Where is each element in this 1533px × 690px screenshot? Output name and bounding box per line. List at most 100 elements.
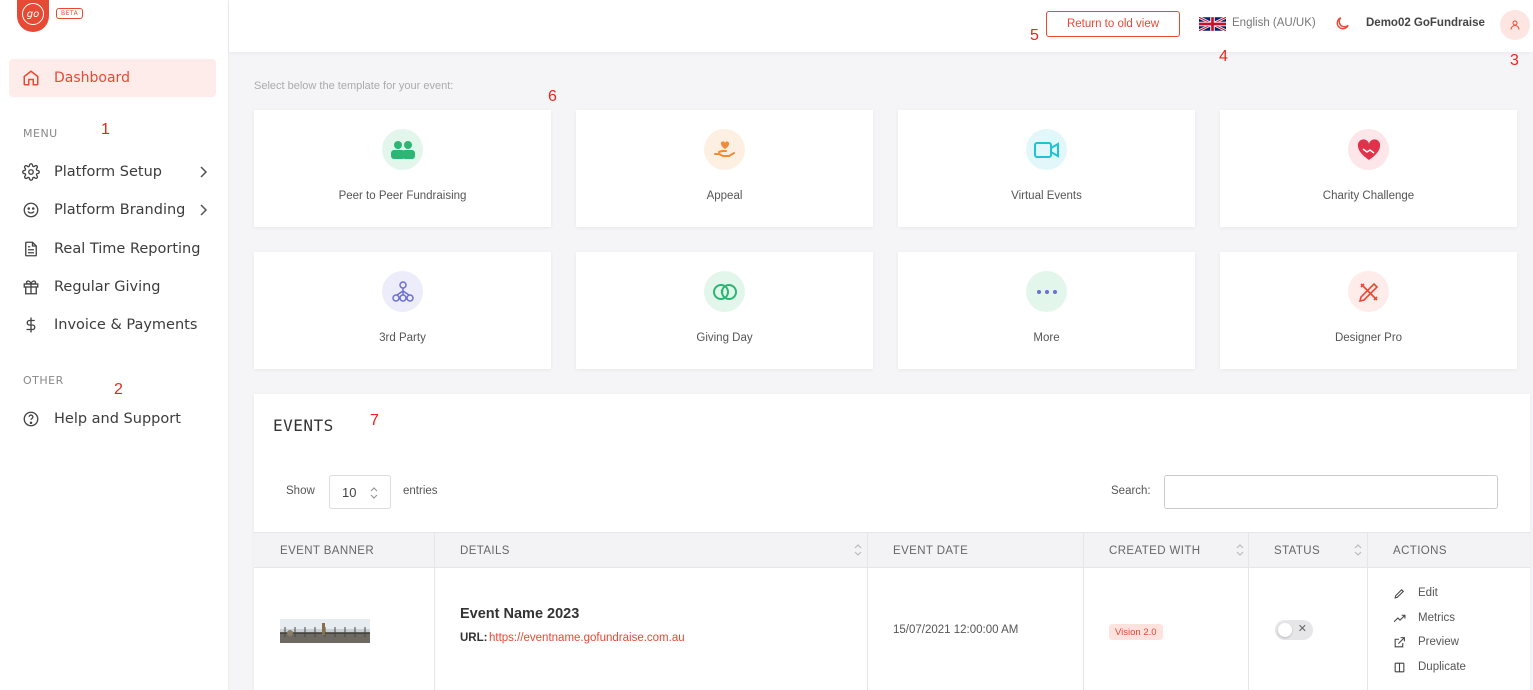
sidebar-item-label: Regular Giving — [54, 279, 161, 295]
annotation-marker: 3 — [1510, 52, 1519, 69]
template-card-more[interactable]: More — [898, 252, 1195, 369]
home-icon — [23, 70, 39, 86]
entries-per-page-select[interactable]: 10 — [329, 475, 391, 509]
created-with-badge: Vision 2.0 — [1109, 624, 1163, 640]
events-panel: EVENTS 7 Show 10 entries Search: EVENT B… — [254, 394, 1530, 690]
event-url-label: URL: — [460, 632, 488, 644]
column-header-created-with[interactable]: CREATED WITH — [1109, 545, 1200, 557]
avatar[interactable] — [1500, 10, 1530, 40]
template-card-label: Peer to Peer Fundraising — [338, 190, 467, 202]
preview-action[interactable]: Preview — [1393, 634, 1459, 650]
sidebar-item-label: Dashboard — [54, 70, 130, 86]
heart-hand-icon — [704, 129, 745, 170]
sidebar-item-invoice-payments[interactable]: Invoice & Payments — [22, 310, 217, 340]
sidebar: go BETA Dashboard MENU Platform Setup Pl… — [0, 0, 229, 690]
sort-icon[interactable] — [854, 543, 862, 557]
table-header: EVENT BANNER DETAILS EVENT DATE CREATED … — [254, 532, 1530, 568]
event-date: 15/07/2021 12:00:00 AM — [893, 624, 1019, 636]
template-card-label: Designer Pro — [1334, 332, 1403, 344]
template-card-giving-day[interactable]: Giving Day — [576, 252, 873, 369]
other-section-label: OTHER — [23, 374, 64, 387]
video-camera-icon — [1026, 129, 1067, 170]
column-header-event-date: EVENT DATE — [893, 545, 969, 557]
status-toggle[interactable]: ✕ — [1275, 620, 1313, 640]
action-label: Metrics — [1418, 612, 1456, 624]
sort-icon[interactable] — [1236, 543, 1244, 557]
handshake-heart-icon — [1348, 129, 1389, 170]
column-header-details[interactable]: DETAILS — [460, 545, 510, 557]
sidebar-item-dashboard[interactable]: Dashboard — [9, 59, 216, 97]
toggle-knob — [1278, 623, 1292, 637]
design-tools-icon — [1348, 271, 1389, 312]
external-link-icon — [1394, 636, 1405, 647]
annotation-marker: 5 — [1030, 27, 1039, 44]
trend-up-icon — [1393, 614, 1406, 622]
sidebar-item-label: Platform Branding — [54, 202, 186, 218]
sidebar-item-help-support[interactable]: Help and Support — [22, 404, 217, 434]
return-old-view-button[interactable]: Return to old view — [1046, 11, 1180, 37]
template-card-3rd-party[interactable]: 3rd Party — [254, 252, 551, 369]
search-input[interactable] — [1164, 475, 1498, 509]
sort-icon[interactable] — [1354, 543, 1362, 557]
column-divider — [1248, 532, 1249, 690]
brand-logo[interactable]: go — [17, 0, 49, 32]
chevron-right-icon — [200, 204, 208, 216]
sidebar-item-label: Platform Setup — [54, 164, 162, 180]
entries-label: entries — [403, 485, 438, 497]
events-title: EVENTS — [273, 416, 334, 435]
gear-icon — [22, 163, 40, 181]
duplicate-action[interactable]: Duplicate — [1393, 659, 1466, 675]
annotation-marker: 6 — [548, 88, 557, 105]
template-card-label: More — [1033, 332, 1060, 344]
user-icon — [1510, 20, 1520, 30]
sidebar-item-label: Real Time Reporting — [54, 241, 201, 257]
column-divider — [867, 532, 868, 690]
pencil-icon — [1394, 588, 1405, 599]
event-banner-image — [280, 619, 370, 643]
smile-icon — [23, 202, 39, 218]
sidebar-item-label: Invoice & Payments — [54, 317, 198, 333]
sidebar-item-regular-giving[interactable]: Regular Giving — [22, 272, 217, 302]
sidebar-item-label: Help and Support — [54, 411, 181, 427]
moon-icon[interactable] — [1334, 15, 1351, 32]
template-card-label: Appeal — [706, 190, 743, 202]
metrics-action[interactable]: Metrics — [1393, 610, 1455, 626]
annotation-marker: 4 — [1219, 48, 1228, 65]
user-name[interactable]: Demo02 GoFundraise — [1366, 17, 1485, 29]
document-icon — [25, 241, 37, 257]
language-selector[interactable]: English (AU/UK) — [1232, 17, 1316, 29]
event-name: Event Name 2023 — [460, 606, 580, 622]
dollar-icon — [26, 317, 36, 333]
template-card-peer-to-peer[interactable]: Peer to Peer Fundraising — [254, 110, 551, 227]
template-card-virtual-events[interactable]: Virtual Events — [898, 110, 1195, 227]
sidebar-item-platform-setup[interactable]: Platform Setup — [22, 157, 217, 187]
sidebar-item-platform-branding[interactable]: Platform Branding — [22, 195, 217, 225]
up-down-icon — [370, 487, 378, 499]
event-url-link[interactable]: https://eventname.gofundraise.com.au — [489, 632, 685, 644]
column-header-event-banner: EVENT BANNER — [280, 545, 375, 557]
beta-badge: BETA — [56, 8, 84, 19]
search-label: Search: — [1111, 485, 1151, 497]
annotation-marker: 1 — [101, 121, 110, 138]
template-card-label: 3rd Party — [379, 332, 426, 344]
column-divider — [434, 532, 435, 690]
coins-icon — [704, 271, 745, 312]
gift-icon — [23, 280, 39, 295]
template-card-appeal[interactable]: Appeal — [576, 110, 873, 227]
template-card-charity-challenge[interactable]: Charity Challenge — [1220, 110, 1517, 227]
sidebar-item-real-time-reporting[interactable]: Real Time Reporting — [22, 234, 217, 264]
template-card-label: Charity Challenge — [1322, 190, 1415, 202]
edit-action[interactable]: Edit — [1393, 585, 1438, 601]
template-helper-text: Select below the template for your event… — [254, 80, 454, 92]
entries-value: 10 — [342, 485, 357, 500]
more-dots-icon — [1026, 271, 1067, 312]
template-card-designer-pro[interactable]: Designer Pro — [1220, 252, 1517, 369]
uk-flag-icon[interactable] — [1199, 17, 1226, 31]
column-header-status[interactable]: STATUS — [1274, 545, 1320, 557]
menu-section-label: MENU — [23, 127, 58, 140]
chevron-right-icon — [200, 166, 208, 178]
action-label: Preview — [1418, 636, 1459, 648]
action-label: Duplicate — [1418, 661, 1466, 673]
network-icon — [382, 271, 423, 312]
template-card-label: Virtual Events — [1011, 190, 1082, 202]
